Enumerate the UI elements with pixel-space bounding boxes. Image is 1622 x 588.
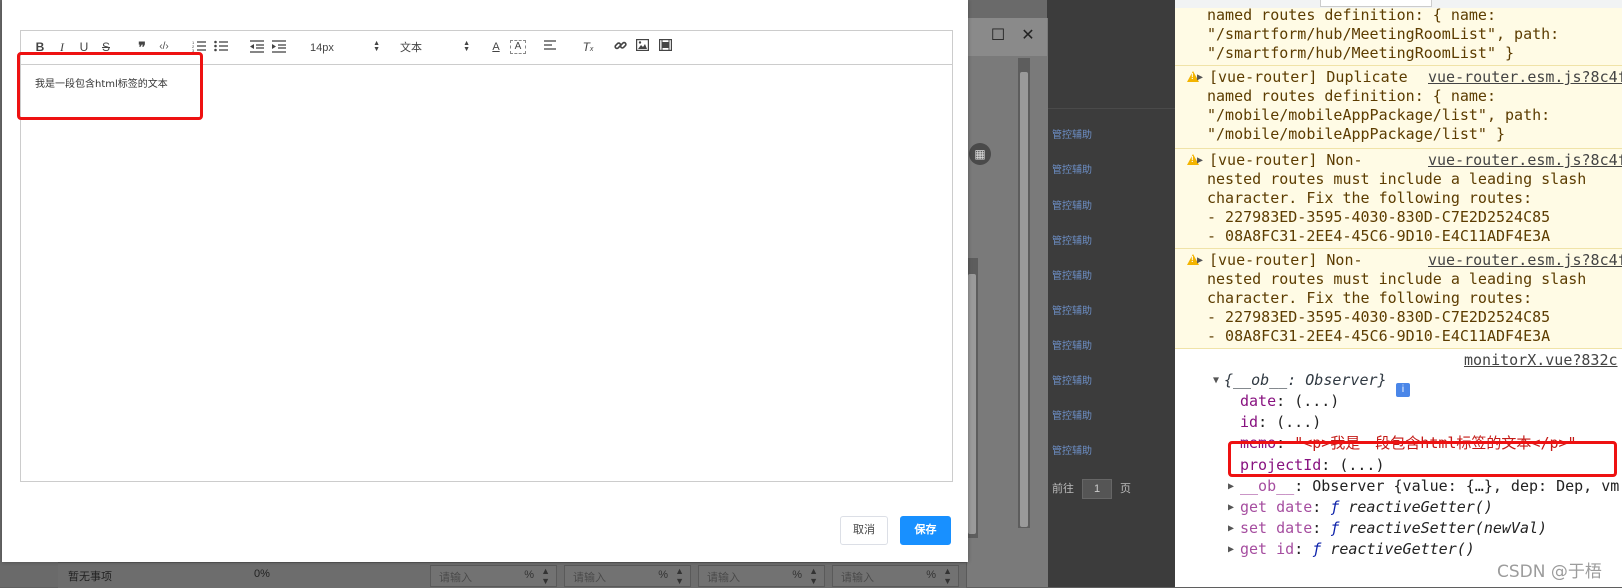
- text-style-value: 文本: [400, 42, 422, 54]
- expand-triangle-icon[interactable]: ▶: [1228, 502, 1234, 513]
- percent-input[interactable]: 请输入% ▲ ▼: [698, 565, 825, 587]
- clear-format-icon[interactable]: Tx: [581, 39, 595, 55]
- console-line: character. Fix the following routes:: [1207, 189, 1533, 207]
- console-line: "/smartform/hub/MeetingRoomList", path:: [1207, 25, 1560, 43]
- row-link[interactable]: 管控辅助: [1052, 372, 1092, 387]
- image-icon[interactable]: [636, 39, 650, 55]
- updown-icon: ▲ ▼: [463, 40, 470, 53]
- table-row: 暂无事项 0% 请输入% ▲ ▼ 请输入% ▲ ▼ 请输入% ▲ ▼ 请输入% ▲ ▼: [58, 562, 966, 588]
- object-header[interactable]: [1175, 371, 1211, 430]
- console-line: [vue-router] Duplicate: [1209, 68, 1408, 86]
- console-warning: named routes definition: { name: "/smart…: [1175, 6, 1622, 66]
- console-line: "/mobile/mobileAppPackage/list", path:: [1207, 106, 1551, 124]
- collapse-triangle-icon[interactable]: ▼: [1213, 375, 1219, 386]
- console-line: [vue-router] Non-: [1209, 151, 1363, 169]
- indent-icon[interactable]: [272, 39, 288, 55]
- console-source-link[interactable]: vue-router.esm.js?8c4f: [1428, 251, 1622, 270]
- info-icon[interactable]: i: [1396, 383, 1410, 397]
- grid-icon[interactable]: ▦: [969, 143, 991, 165]
- console-line: [vue-router] Non-: [1209, 251, 1363, 269]
- expand-triangle-icon[interactable]: ▶: [1197, 255, 1203, 266]
- console-line: named routes definition: { name:: [1207, 87, 1496, 105]
- row-link[interactable]: 管控辅助: [1052, 267, 1092, 282]
- row-link[interactable]: 管控辅助: [1052, 197, 1092, 212]
- close-icon[interactable]: ✕: [1019, 26, 1037, 44]
- row-link[interactable]: 管控辅助: [1052, 161, 1092, 176]
- link-icon[interactable]: [614, 39, 628, 55]
- console-source-link[interactable]: monitorX.vue?832c: [1464, 351, 1618, 370]
- row-percent: 0%: [254, 568, 270, 580]
- highlight-annotation: [17, 52, 203, 120]
- console-line: - 08A8FC31-2EE4-45C6-9D10-E4C11ADF4E3A: [1207, 227, 1551, 245]
- row-link[interactable]: 管控辅助: [1052, 407, 1092, 422]
- property-id[interactable]: id: (...): [1240, 413, 1321, 432]
- font-size-value: 14px: [310, 42, 334, 54]
- editor-dialog: B I U S ❞ ‹/› 123 14px ▲ ▼ 文本 ▲ ▼ A A Tx…: [2, 0, 968, 562]
- expand-triangle-icon[interactable]: ▶: [1228, 481, 1234, 492]
- percent-input[interactable]: 请输入% ▲ ▼: [430, 565, 557, 587]
- video-icon[interactable]: [659, 39, 673, 55]
- expand-triangle-icon[interactable]: ▶: [1197, 72, 1203, 83]
- text-style-select[interactable]: 文本 ▲ ▼: [400, 40, 470, 56]
- cancel-button[interactable]: 取消: [840, 516, 888, 545]
- save-button[interactable]: 保存: [900, 516, 951, 545]
- row-link[interactable]: 管控辅助: [1052, 442, 1092, 457]
- devtools-console: named routes definition: { name: "/smart…: [1175, 0, 1622, 587]
- font-color-icon[interactable]: A: [489, 39, 503, 55]
- property-ob[interactable]: __ob__: Observer {value: {…}, dep: Dep, …: [1240, 477, 1619, 496]
- console-source-link[interactable]: vue-router.esm.js?8c4f: [1428, 151, 1622, 170]
- expand-triangle-icon[interactable]: ▶: [1228, 523, 1234, 534]
- table-row-divider: [1047, 108, 1175, 109]
- pagination-jump: 前往 1 页: [1052, 479, 1131, 499]
- console-warning: ▶ [vue-router] Non- vue-router.esm.js?8c…: [1175, 149, 1622, 249]
- console-line: character. Fix the following routes:: [1207, 289, 1533, 307]
- pager-prefix: 前往: [1052, 482, 1074, 495]
- console-line: nested routes must include a leading sla…: [1207, 270, 1587, 288]
- row-link[interactable]: 管控辅助: [1052, 126, 1092, 141]
- stepper-icon[interactable]: ▲ ▼: [943, 566, 952, 586]
- row-link[interactable]: 管控辅助: [1052, 232, 1092, 247]
- page-input[interactable]: 1: [1082, 479, 1112, 499]
- stepper-icon[interactable]: ▲ ▼: [675, 566, 684, 586]
- bullet-list-icon[interactable]: [214, 39, 230, 55]
- getter-id[interactable]: get id: ƒ reactiveGetter(): [1240, 540, 1475, 559]
- console-line: named routes definition: { name:: [1207, 6, 1496, 24]
- expand-triangle-icon[interactable]: ▶: [1228, 544, 1234, 555]
- console-line: "/smartform/hub/MeetingRoomList" }: [1207, 44, 1515, 62]
- console-warning: ▶ [vue-router] Duplicate vue-router.esm.…: [1175, 66, 1622, 149]
- console-line: - 227983ED-3595-4030-830D-C7E2D2524C85: [1207, 208, 1551, 226]
- getter-date[interactable]: get date: ƒ reactiveGetter(): [1240, 498, 1493, 517]
- stepper-icon[interactable]: ▲ ▼: [541, 566, 550, 586]
- property-date[interactable]: date: (...): [1240, 392, 1339, 411]
- font-size-select[interactable]: 14px ▲ ▼: [310, 40, 380, 56]
- stepper-icon[interactable]: ▲ ▼: [809, 566, 818, 586]
- row-label: 暂无事项: [68, 571, 112, 583]
- outdent-icon[interactable]: [250, 39, 266, 55]
- scrollbar-thumb[interactable]: [1020, 72, 1028, 527]
- console-line: - 08A8FC31-2EE4-45C6-9D10-E4C11ADF4E3A: [1207, 327, 1551, 345]
- highlight-annotation: [1228, 441, 1617, 477]
- row-link[interactable]: 管控辅助: [1052, 302, 1092, 317]
- updown-icon: ▲ ▼: [373, 40, 380, 53]
- percent-input[interactable]: 请输入% ▲ ▼: [832, 565, 959, 587]
- watermark: CSDN @于梧: [1497, 562, 1602, 582]
- console-line: "/mobile/mobileAppPackage/list" }: [1207, 125, 1506, 143]
- background-window: [966, 18, 1048, 587]
- console-line: nested routes must include a leading sla…: [1207, 170, 1587, 188]
- console-warning: ▶ [vue-router] Non- vue-router.esm.js?8c…: [1175, 249, 1622, 349]
- align-icon[interactable]: [544, 39, 558, 55]
- row-link[interactable]: 管控辅助: [1052, 337, 1092, 352]
- maximize-icon[interactable]: ☐: [989, 26, 1007, 44]
- console-source-link[interactable]: vue-router.esm.js?8c4f: [1428, 68, 1622, 87]
- pager-suffix: 页: [1120, 482, 1131, 495]
- setter-date[interactable]: set date: ƒ reactiveSetter(newVal): [1240, 519, 1547, 538]
- scrollbar-thumb[interactable]: [968, 274, 976, 534]
- console-line: - 227983ED-3595-4030-830D-C7E2D2524C85: [1207, 308, 1551, 326]
- expand-triangle-icon[interactable]: ▶: [1197, 155, 1203, 166]
- background-color-icon[interactable]: A: [510, 40, 526, 54]
- background-scrollbar[interactable]: [1018, 58, 1030, 528]
- object-summary[interactable]: {__ob__: Observer}: [1224, 371, 1387, 390]
- percent-input[interactable]: 请输入% ▲ ▼: [564, 565, 691, 587]
